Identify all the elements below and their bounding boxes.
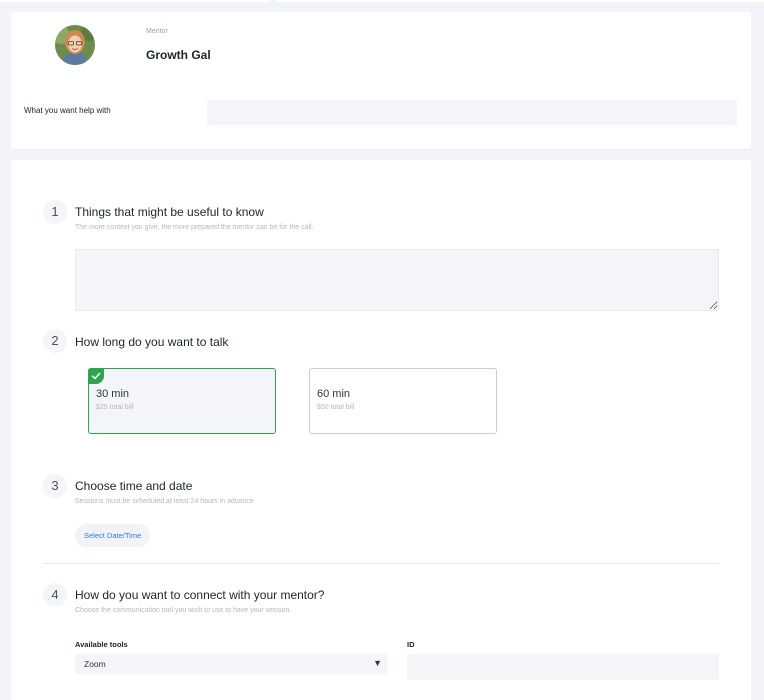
available-tools-label: Available tools [75, 640, 128, 649]
help-topic-label: What you want help with [24, 106, 111, 115]
mentor-role-label: Mentor [146, 28, 168, 35]
help-topic-input[interactable] [207, 100, 737, 125]
mentor-name: Growth Gal [146, 48, 211, 62]
communication-tool-select[interactable]: Zoom ▼ [75, 654, 387, 674]
duration-option-60-min[interactable]: 60 min $50 total bill [309, 368, 497, 434]
duration-option-label: 60 min [317, 388, 351, 400]
id-label: ID [407, 640, 415, 649]
id-input[interactable] [407, 654, 719, 680]
step-3-number: 3 [43, 474, 67, 498]
step-3-subtitle: Sessions must be scheduled at least 24 h… [75, 498, 254, 505]
step-1-number: 1 [43, 200, 67, 224]
step-3-title: Choose time and date [75, 479, 193, 493]
duration-option-label: 30 min [96, 388, 130, 400]
top-strip [0, 0, 764, 4]
select-date-time-button[interactable]: Select Date/Time [75, 524, 151, 547]
mentor-card: Mentor Growth Gal What you want help wit… [11, 12, 751, 149]
step-4-number: 4 [43, 583, 67, 607]
step-4-subtitle: Choose the communication tool you wish t… [75, 607, 292, 614]
top-strip-segment [0, 0, 270, 2]
step-1-subtitle: The more context you give, the more prep… [75, 224, 314, 231]
duration-option-price: $50 total bill [317, 404, 355, 411]
booking-form-card: 1 Things that might be useful to know Th… [11, 160, 751, 700]
step-2-number: 2 [43, 329, 67, 353]
step-2-title: How long do you want to talk [75, 335, 229, 349]
caret-down-icon: ▼ [373, 658, 382, 668]
check-icon [88, 368, 104, 384]
step-1-title: Things that might be useful to know [75, 205, 264, 219]
avatar [55, 25, 95, 65]
selected-tool-value: Zoom [84, 659, 106, 669]
context-notes-textarea[interactable] [75, 249, 719, 311]
top-strip-segment [276, 0, 764, 2]
duration-option-30-min[interactable]: 30 min $25 total bill [88, 368, 276, 434]
step-4-title: How do you want to connect with your men… [75, 588, 325, 602]
duration-option-price: $25 total bill [96, 404, 134, 411]
section-divider [43, 563, 719, 564]
